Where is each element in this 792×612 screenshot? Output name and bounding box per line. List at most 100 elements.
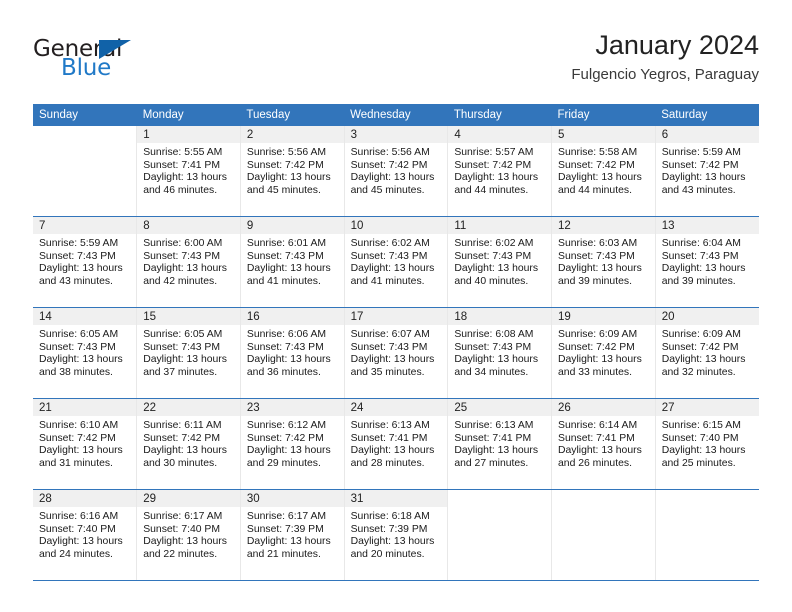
sunset-text: Sunset: 7:39 PM	[350, 523, 428, 535]
sunrise-text: Sunrise: 6:12 AM	[246, 420, 327, 431]
daylight-text-line1: Daylight: 13 hours	[143, 172, 227, 184]
day-cell[interactable]: 7 Sunrise: 5:59 AM Sunset: 7:43 PM Daylight…	[33, 216, 138, 308]
sunset-text: Sunset: 7:43 PM	[143, 341, 221, 353]
day-number: 9	[240, 217, 344, 234]
day-cell[interactable]: 31 Sunrise: 6:18 AM Sunset: 7:39 PM Dayligh…	[344, 489, 449, 581]
sunset-text: Sunset: 7:43 PM	[454, 341, 532, 353]
day-details: Sunrise: 6:13 AM Sunset: 7:41 PM Daylight:…	[345, 416, 448, 470]
day-cell[interactable]: 27 Sunrise: 6:15 AM Sunset: 7:40 PM Dayligh…	[655, 398, 759, 490]
daylight-text-line1: Daylight: 13 hours	[661, 354, 746, 366]
day-cell[interactable]: 12 Sunrise: 6:03 AM Sunset: 7:43 PM Dayligh…	[551, 216, 656, 308]
day-cell[interactable]: 22 Sunrise: 6:11 AM Sunset: 7:42 PM Dayligh…	[136, 398, 241, 490]
daylight-text-line2: and 45 minutes.	[350, 184, 425, 196]
logo-text-blue: Blue	[61, 55, 112, 81]
sunset-text: Sunset: 7:43 PM	[661, 250, 739, 262]
general-blue-logo[interactable]: General Blue	[33, 36, 233, 92]
day-details: Sunrise: 6:00 AM Sunset: 7:43 PM Daylight:…	[137, 234, 240, 288]
daylight-text-line2: and 33 minutes.	[558, 366, 632, 378]
sunset-text: Sunset: 7:43 PM	[39, 341, 116, 353]
sunset-text: Sunset: 7:42 PM	[454, 159, 532, 171]
daylight-text-line2: and 28 minutes.	[350, 457, 425, 469]
day-cell[interactable]: 9 Sunrise: 6:01 AM Sunset: 7:43 PM Daylight…	[240, 216, 345, 308]
page-title: January 2024	[595, 30, 759, 60]
daylight-text-line2: and 42 minutes.	[143, 275, 218, 287]
day-cell[interactable]: 2 Sunrise: 5:56 AM Sunset: 7:42 PM Daylight…	[240, 126, 345, 217]
daylight-text-line1: Daylight: 13 hours	[661, 445, 746, 457]
day-cell[interactable]: 20 Sunrise: 6:09 AM Sunset: 7:42 PM Dayligh…	[655, 307, 759, 399]
day-cell[interactable]: 3 Sunrise: 5:56 AM Sunset: 7:42 PM Daylight…	[344, 126, 449, 217]
daylight-text-line2: and 30 minutes.	[143, 457, 218, 469]
day-number: 4	[448, 126, 552, 143]
daylight-text-line1: Daylight: 13 hours	[246, 445, 331, 457]
sunset-text: Sunset: 7:39 PM	[246, 523, 324, 535]
daylight-text-line1: Daylight: 13 hours	[350, 354, 435, 366]
day-cell[interactable]: 23 Sunrise: 6:12 AM Sunset: 7:42 PM Dayligh…	[240, 398, 345, 490]
sunrise-text: Sunrise: 6:07 AM	[350, 329, 430, 340]
daylight-text-line2: and 24 minutes.	[39, 548, 113, 560]
day-cell[interactable]: 13 Sunrise: 6:04 AM Sunset: 7:43 PM Dayligh…	[655, 216, 759, 308]
day-cell[interactable]: 8 Sunrise: 6:00 AM Sunset: 7:43 PM Daylight…	[136, 216, 241, 308]
day-cell[interactable]: 10 Sunrise: 6:02 AM Sunset: 7:43 PM Dayligh…	[344, 216, 449, 308]
daylight-text-line2: and 31 minutes.	[39, 457, 113, 469]
day-cell[interactable]: 24 Sunrise: 6:13 AM Sunset: 7:41 PM Dayligh…	[344, 398, 449, 490]
day-cell[interactable]: 16 Sunrise: 6:06 AM Sunset: 7:43 PM Dayligh…	[240, 307, 345, 399]
daylight-text-line1: Daylight: 13 hours	[246, 172, 331, 184]
sunset-text: Sunset: 7:40 PM	[143, 523, 221, 535]
day-cell[interactable]: 5 Sunrise: 5:58 AM Sunset: 7:42 PM Daylight…	[551, 126, 656, 217]
sunset-text: Sunset: 7:43 PM	[246, 341, 324, 353]
daylight-text-line1: Daylight: 13 hours	[39, 354, 123, 366]
day-number: 19	[552, 308, 655, 325]
daylight-text-line2: and 26 minutes.	[558, 457, 632, 469]
day-cell[interactable]: 28 Sunrise: 6:16 AM Sunset: 7:40 PM Dayligh…	[33, 489, 138, 581]
daylight-text-line2: and 41 minutes.	[350, 275, 425, 287]
day-cell[interactable]: 11 Sunrise: 6:02 AM Sunset: 7:43 PM Dayligh…	[447, 216, 553, 308]
daylight-text-line2: and 39 minutes.	[558, 275, 632, 287]
day-number: 23	[240, 399, 344, 416]
day-number: 2	[240, 126, 344, 143]
day-details: Sunrise: 6:04 AM Sunset: 7:43 PM Daylight:…	[656, 234, 759, 288]
day-cell[interactable]: 14 Sunrise: 6:05 AM Sunset: 7:43 PM Dayligh…	[33, 307, 138, 399]
daylight-text-line1: Daylight: 13 hours	[143, 263, 227, 275]
daylight-text-line1: Daylight: 13 hours	[454, 445, 539, 457]
day-cell[interactable]: 25 Sunrise: 6:13 AM Sunset: 7:41 PM Dayligh…	[447, 398, 553, 490]
day-cell[interactable]: 4 Sunrise: 5:57 AM Sunset: 7:42 PM Daylight…	[447, 126, 553, 217]
day-cell[interactable]: 26 Sunrise: 6:14 AM Sunset: 7:41 PM Dayligh…	[551, 398, 656, 490]
day-cell[interactable]: 6 Sunrise: 5:59 AM Sunset: 7:42 PM Daylight…	[655, 126, 759, 217]
day-cell[interactable]: 1 Sunrise: 5:55 AM Sunset: 7:41 PM Daylight…	[136, 126, 241, 217]
daylight-text-line1: Daylight: 13 hours	[143, 445, 227, 457]
weekday-header-sunday: Sunday	[33, 104, 137, 126]
day-details: Sunrise: 6:01 AM Sunset: 7:43 PM Daylight:…	[241, 234, 344, 288]
sunset-text: Sunset: 7:43 PM	[143, 250, 221, 262]
day-cell[interactable]: 17 Sunrise: 6:07 AM Sunset: 7:43 PM Dayligh…	[344, 307, 449, 399]
daylight-text-line1: Daylight: 13 hours	[558, 263, 642, 275]
day-details: Sunrise: 6:16 AM Sunset: 7:40 PM Daylight:…	[33, 507, 136, 561]
sunset-text: Sunset: 7:40 PM	[39, 523, 116, 535]
day-number: 14	[33, 308, 137, 325]
sunset-text: Sunset: 7:43 PM	[39, 250, 116, 262]
sunrise-text: Sunrise: 6:10 AM	[39, 420, 119, 431]
sunset-text: Sunset: 7:40 PM	[661, 432, 739, 444]
day-cell[interactable]: 18 Sunrise: 6:08 AM Sunset: 7:43 PM Dayligh…	[447, 307, 553, 399]
sunset-text: Sunset: 7:42 PM	[661, 341, 739, 353]
day-number: 18	[448, 308, 552, 325]
sunrise-text: Sunrise: 6:13 AM	[454, 420, 534, 431]
sunrise-text: Sunrise: 6:03 AM	[558, 238, 638, 249]
day-cell[interactable]: 15 Sunrise: 6:05 AM Sunset: 7:43 PM Dayligh…	[136, 307, 241, 399]
calendar-week-row: 1 Sunrise: 5:55 AM Sunset: 7:41 PM Daylight…	[33, 126, 759, 217]
day-cell-empty	[551, 489, 656, 581]
day-cell[interactable]: 30 Sunrise: 6:17 AM Sunset: 7:39 PM Dayligh…	[240, 489, 345, 581]
day-details: Sunrise: 6:07 AM Sunset: 7:43 PM Daylight:…	[345, 325, 448, 379]
page-header: General Blue January 2024 Fulgencio Yegr…	[33, 28, 759, 98]
day-cell[interactable]: 21 Sunrise: 6:10 AM Sunset: 7:42 PM Dayligh…	[33, 398, 138, 490]
sunrise-text: Sunrise: 5:58 AM	[558, 147, 638, 158]
sunset-text: Sunset: 7:43 PM	[246, 250, 324, 262]
sunrise-text: Sunrise: 6:17 AM	[246, 511, 327, 522]
day-details: Sunrise: 6:18 AM Sunset: 7:39 PM Daylight:…	[345, 507, 448, 561]
daylight-text-line1: Daylight: 13 hours	[350, 536, 435, 548]
daylight-text-line1: Daylight: 13 hours	[350, 172, 435, 184]
daylight-text-line2: and 41 minutes.	[246, 275, 321, 287]
day-cell[interactable]: 19 Sunrise: 6:09 AM Sunset: 7:42 PM Dayligh…	[551, 307, 656, 399]
daylight-text-line2: and 45 minutes.	[246, 184, 321, 196]
day-number: 28	[33, 490, 137, 507]
day-cell[interactable]: 29 Sunrise: 6:17 AM Sunset: 7:40 PM Dayligh…	[136, 489, 241, 581]
